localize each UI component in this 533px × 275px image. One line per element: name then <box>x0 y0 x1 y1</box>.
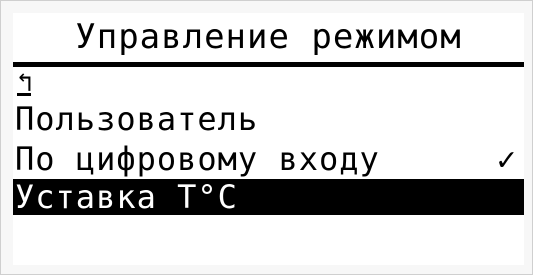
menu-item-label: По цифровому входу <box>15 141 380 177</box>
menu-item-setpoint-selected[interactable]: Уставка Т°С <box>13 179 524 215</box>
menu-item-digital-input[interactable]: По цифровому входу ✓ <box>13 141 524 177</box>
lcd-screen: Управление режимом ↰ Пользователь По циф… <box>13 13 524 265</box>
menu-title: Управление режимом <box>75 17 462 57</box>
menu-item-user[interactable]: Пользователь <box>13 101 524 137</box>
title-divider <box>13 62 524 67</box>
back-icon-underline <box>17 93 31 96</box>
menu-item-label: Пользователь <box>15 101 259 137</box>
menu-item-label: Уставка Т°С <box>15 179 238 215</box>
device-display-frame: Управление режимом ↰ Пользователь По циф… <box>0 0 533 275</box>
check-icon: ✓ <box>496 141 516 177</box>
back-menu-item[interactable]: ↰ <box>13 69 524 97</box>
